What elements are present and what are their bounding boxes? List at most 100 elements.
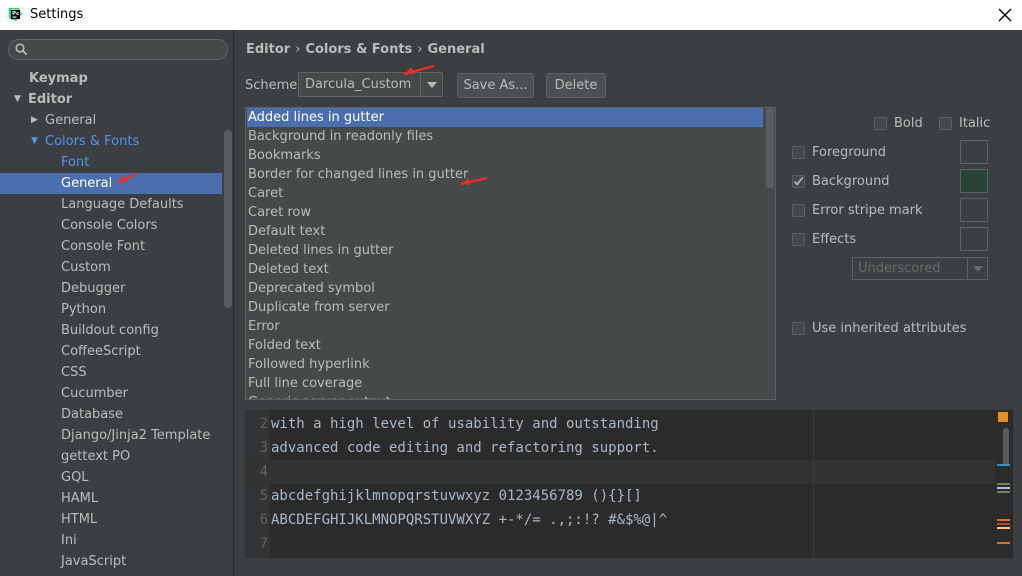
foreground-color-swatch[interactable] [960, 140, 988, 164]
chevron-down-icon[interactable] [967, 258, 987, 279]
bold-label: Bold [894, 116, 923, 131]
breadcrumb-separator: › [417, 42, 423, 57]
error-stripe-color-swatch[interactable] [960, 198, 988, 222]
sidebar-scrollbar[interactable] [224, 130, 232, 308]
attribute-list-item[interactable]: Background in readonly files [247, 127, 763, 146]
sidebar-item-label: CSS [61, 365, 87, 380]
attribute-list-item[interactable]: Full line coverage [247, 374, 763, 393]
sidebar-item-label: Colors & Fonts [45, 134, 140, 149]
sidebar-item-general[interactable]: ▶ General [0, 110, 222, 131]
sidebar-item-css[interactable]: CSS [0, 362, 222, 383]
line-number: 3 [259, 440, 268, 456]
sidebar-item-label: Django/Jinja2 Template [61, 428, 211, 443]
sidebar-item-cucumber[interactable]: Cucumber [0, 383, 222, 404]
error-stripe-checkbox[interactable] [792, 204, 805, 217]
sidebar-item-database[interactable]: Database [0, 404, 222, 425]
sidebar-item-label: Editor [28, 92, 73, 107]
attribute-list-item[interactable]: Followed hyperlink [247, 355, 763, 374]
attribute-list-item[interactable]: Deleted text [247, 260, 763, 279]
sidebar-item-label: HAML [61, 491, 99, 506]
code-text: abcdefghijklmnopqrstuvwxyz 0123456789 ()… [271, 488, 642, 504]
attribute-list-item[interactable]: Border for changed lines in gutter [247, 165, 763, 184]
save-as-button[interactable]: Save As... [457, 73, 534, 98]
sidebar-item-editor[interactable]: ▼ Editor [0, 89, 222, 110]
sidebar-item-javascript[interactable]: JavaScript [0, 551, 222, 572]
sidebar-item-console-colors[interactable]: Console Colors [0, 215, 222, 236]
sidebar-item-font[interactable]: Font [0, 152, 222, 173]
background-color-swatch[interactable] [960, 169, 988, 193]
sidebar-item-label: General [45, 113, 97, 128]
sidebar-item-python[interactable]: Python [0, 299, 222, 320]
stripe-mark [997, 483, 1010, 485]
attribute-list-item[interactable]: Deleted lines in gutter [247, 241, 763, 260]
attribute-list[interactable]: Added lines in gutter Background in reado… [245, 107, 776, 400]
breadcrumb-editor: Editor [246, 42, 291, 57]
sidebar-item-debugger[interactable]: Debugger [0, 278, 222, 299]
sidebar-item-label: Language Defaults [61, 197, 184, 212]
sidebar-item-gettext-po[interactable]: gettext PO [0, 446, 222, 467]
attribute-list-item[interactable]: Added lines in gutter [247, 108, 763, 127]
attribute-list-item[interactable]: Deprecated symbol [247, 279, 763, 298]
attribute-list-item[interactable]: Caret row [247, 203, 763, 222]
attribute-list-scrollbar[interactable] [764, 108, 775, 399]
search-input[interactable] [8, 39, 228, 60]
sidebar-item-label: Cucumber [61, 386, 128, 401]
sidebar-item-label: Debugger [61, 281, 126, 296]
sidebar-item-django-jinja2-template[interactable]: Django/Jinja2 Template [0, 425, 222, 446]
attribute-list-item[interactable]: Caret [247, 184, 763, 203]
delete-button[interactable]: Delete [546, 73, 606, 98]
inherited-checkbox[interactable] [792, 322, 805, 335]
annotation-arrow-icon [117, 173, 137, 184]
sidebar-item-language-defaults[interactable]: Language Defaults [0, 194, 222, 215]
expand-arrow-icon[interactable]: ▼ [14, 89, 21, 110]
sidebar-item-coffeescript[interactable]: CoffeeScript [0, 341, 222, 362]
stripe-mark [997, 523, 1010, 525]
sidebar-item-general[interactable]: General [0, 173, 222, 194]
sidebar-item-html[interactable]: HTML [0, 509, 222, 530]
line-number: 5 [259, 488, 268, 504]
sidebar-item-gql[interactable]: GQL [0, 467, 222, 488]
code-line: 5 abcdefghijklmnopqrstuvwxyz 0123456789 (… [245, 484, 995, 508]
sidebar-item-colors-fonts[interactable]: ▼ Colors & Fonts [0, 131, 222, 152]
effect-type-dropdown[interactable]: Underscored [852, 257, 988, 280]
attribute-list-item[interactable]: Duplicate from server [247, 298, 763, 317]
sidebar-item-label: GQL [61, 470, 89, 485]
attribute-list-item[interactable]: Bookmarks [247, 146, 763, 165]
attribute-list-item[interactable]: Folded text [247, 336, 763, 355]
preview-editor[interactable]: 2 with a high level of usability and outs… [245, 410, 1013, 558]
sidebar-item-keymap[interactable]: Keymap [0, 68, 222, 89]
scheme-label: Scheme: [245, 78, 302, 93]
scrollbar-thumb[interactable] [1003, 428, 1009, 466]
sidebar-item-console-font[interactable]: Console Font [0, 236, 222, 257]
sidebar-item-ini[interactable]: Ini [0, 530, 222, 551]
sidebar-item-label: HTML [61, 512, 98, 527]
foreground-checkbox[interactable] [792, 146, 805, 159]
inherited-label: Use inherited attributes [812, 321, 967, 336]
bold-checkbox[interactable] [874, 117, 887, 130]
code-line: 3 advanced code editing and refactoring s… [245, 436, 995, 460]
expand-arrow-icon[interactable]: ▼ [31, 131, 38, 152]
effects-label: Effects [812, 232, 857, 247]
background-checkbox[interactable] [792, 175, 805, 188]
italic-checkbox[interactable] [939, 117, 952, 130]
code-text: with a high level of usability and outst… [271, 416, 659, 432]
sidebar-divider [233, 30, 234, 576]
error-stripe-label: Error stripe mark [812, 203, 923, 218]
scrollbar-thumb[interactable] [766, 108, 774, 188]
sidebar-item-buildout-config[interactable]: Buildout config [0, 320, 222, 341]
search-icon [15, 43, 28, 56]
attribute-list-item[interactable]: Generic server output [247, 393, 763, 399]
background-label: Background [812, 174, 890, 189]
sidebar-item-haml[interactable]: HAML [0, 488, 222, 509]
effects-checkbox[interactable] [792, 233, 805, 246]
attribute-list-item[interactable]: Default text [247, 222, 763, 241]
close-icon[interactable] [994, 4, 1016, 26]
sidebar-item-custom[interactable]: Custom [0, 257, 222, 278]
sidebar-item-label: Custom [61, 260, 111, 275]
effects-color-swatch[interactable] [960, 227, 988, 251]
title-bar: Pc Settings [0, 0, 1022, 30]
italic-label: Italic [959, 116, 991, 131]
collapse-arrow-icon[interactable]: ▶ [31, 110, 38, 131]
attribute-list-item[interactable]: Error [247, 317, 763, 336]
